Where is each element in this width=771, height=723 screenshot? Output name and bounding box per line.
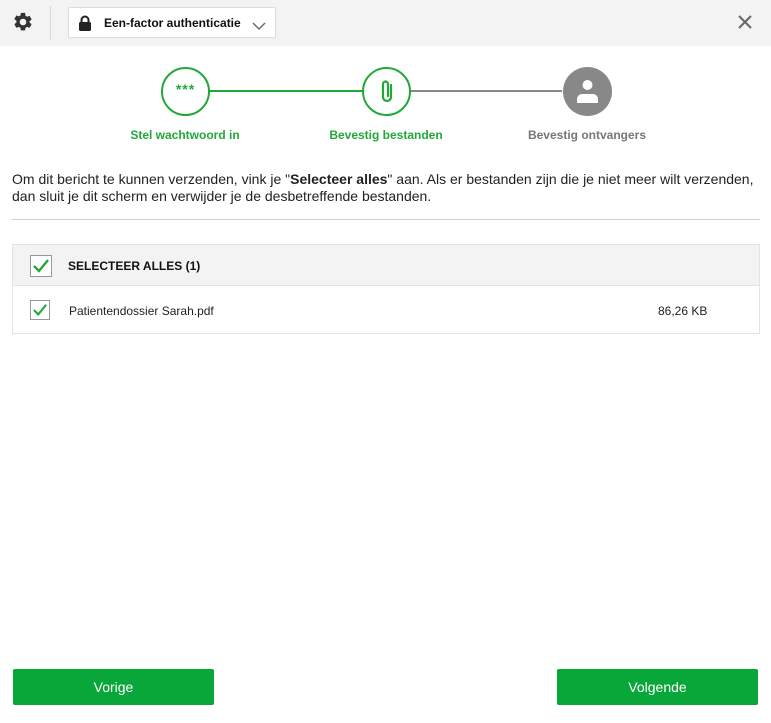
file-checkbox[interactable]	[30, 300, 50, 320]
close-icon[interactable]	[736, 13, 754, 31]
step-1-label: Stel wachtwoord in	[130, 128, 240, 142]
authentication-select[interactable]: Een-factor authenticatie	[68, 7, 276, 38]
file-table: SELECTEER ALLES (1) Patientendossier Sar…	[12, 244, 760, 334]
paperclip-icon	[381, 80, 393, 103]
stepper-connector-pending	[410, 90, 562, 92]
lock-icon	[78, 15, 92, 31]
chevron-down-icon	[252, 18, 266, 30]
file-name: Patientendossier Sarah.pdf	[69, 304, 214, 318]
step-3-label: Bevestig ontvangers	[527, 128, 647, 142]
password-stars-icon: ***	[175, 81, 196, 97]
check-icon	[33, 259, 49, 273]
toolbar-divider	[50, 6, 51, 40]
stepper-connector-complete	[209, 90, 362, 92]
select-all-checkbox[interactable]	[30, 255, 52, 277]
step-2-circle	[362, 67, 411, 116]
table-row: Patientendossier Sarah.pdf 86,26 KB	[13, 287, 759, 333]
divider	[12, 219, 760, 220]
file-size: 86,26 KB	[658, 304, 708, 318]
step-3-circle	[563, 67, 612, 116]
next-button[interactable]: Volgende	[557, 669, 758, 705]
step-1-circle: ***	[161, 67, 210, 116]
select-all-label[interactable]: SELECTEER ALLES (1)	[68, 259, 200, 273]
step-2-label: Bevestig bestanden	[329, 128, 443, 142]
select-all-row: SELECTEER ALLES (1)	[13, 245, 759, 286]
gear-icon[interactable]	[12, 11, 34, 33]
instructions-prefix: Om dit bericht te kunnen verzenden, vink…	[12, 171, 291, 187]
authentication-select-value: Een-factor authenticatie	[104, 16, 241, 30]
instructions-text: Om dit bericht te kunnen verzenden, vink…	[12, 171, 764, 205]
previous-button[interactable]: Vorige	[13, 669, 214, 705]
progress-stepper: *** Stel wachtwoord in Bevestig bestande…	[0, 60, 771, 150]
instructions-emphasis: Selecteer alles	[290, 171, 388, 187]
user-icon	[577, 80, 598, 103]
top-bar: Een-factor authenticatie	[0, 0, 771, 46]
check-icon	[33, 304, 47, 316]
